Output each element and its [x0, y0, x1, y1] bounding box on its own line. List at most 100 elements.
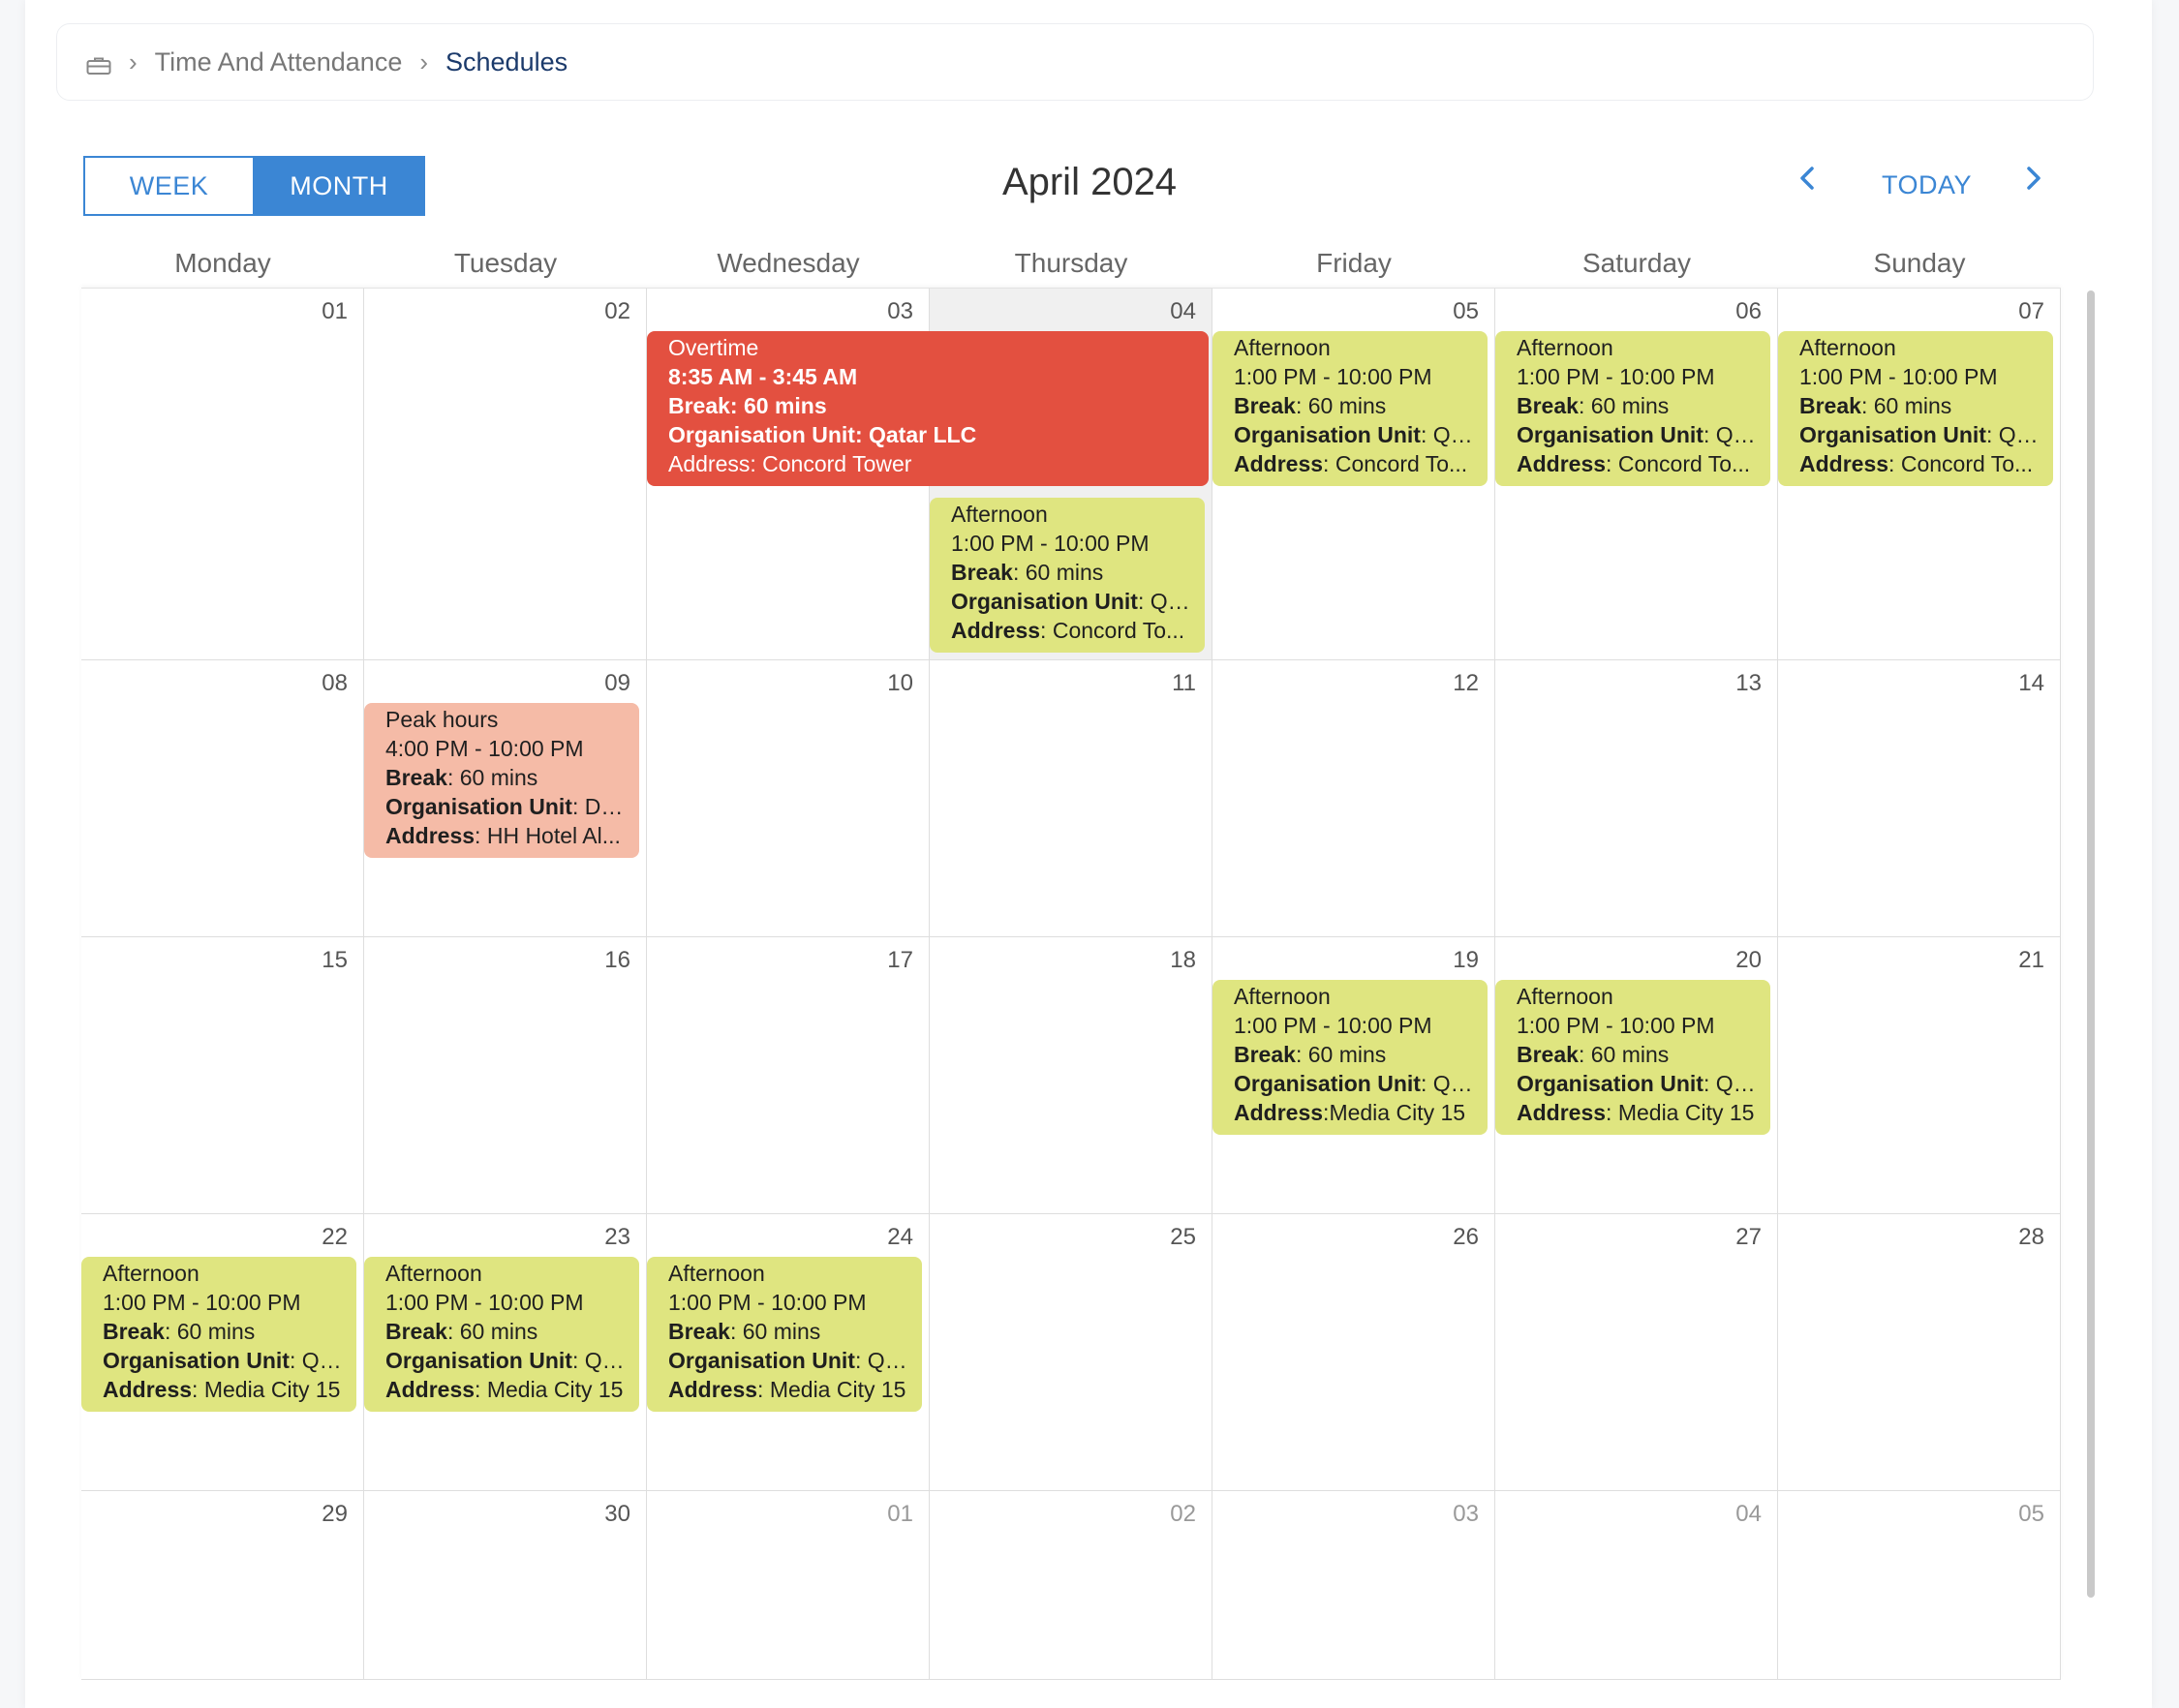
- break-label: Break: [385, 765, 447, 790]
- day-cell[interactable]: 05: [1778, 1491, 2061, 1680]
- day-number: 19: [1453, 947, 1479, 973]
- org-unit-value: Qat...: [867, 1348, 908, 1373]
- day-number: 01: [887, 1501, 913, 1527]
- event-address: Address: Concord To...: [1517, 451, 1751, 476]
- address-value: HH Hotel Al...: [486, 823, 621, 848]
- event-org-unit: Organisation Unit: Qat...: [385, 1346, 626, 1375]
- briefcase-icon[interactable]: [86, 52, 111, 75]
- day-cell[interactable]: 27: [1495, 1214, 1778, 1491]
- address-label: Address: [1234, 1100, 1324, 1125]
- weekday-sunday: Sunday: [1873, 248, 1966, 278]
- break-label: Break: [1234, 393, 1296, 418]
- day-cell[interactable]: 10: [647, 660, 930, 937]
- address-label: Address: [1234, 451, 1324, 476]
- day-cell[interactable]: 01: [647, 1491, 930, 1680]
- event-afternoon[interactable]: Afternoon 1:00 PM - 10:00 PM Break: 60 m…: [1778, 331, 2053, 486]
- event-address: Address: HH Hotel Al...: [385, 823, 621, 848]
- event-afternoon[interactable]: Afternoon 1:00 PM - 10:00 PM Break: 60 m…: [1495, 980, 1770, 1135]
- event-address: Address: Concord To...: [951, 618, 1185, 643]
- event-address: Address: Media City 15: [668, 1377, 906, 1402]
- day-number: 04: [1735, 1501, 1762, 1527]
- day-cell[interactable]: 03: [1212, 1491, 1495, 1680]
- day-number: 23: [604, 1224, 630, 1250]
- weekday-wednesday: Wednesday: [717, 248, 860, 278]
- event-peak-hours[interactable]: Peak hours 4:00 PM - 10:00 PM Break: 60 …: [364, 703, 639, 858]
- event-org-unit: Organisation Unit: Qat...: [1234, 1069, 1474, 1098]
- day-cell[interactable]: 04: [1495, 1491, 1778, 1680]
- month-grid: 01 02 03 04 05 06 07 Overtime 8:35 AM - …: [81, 288, 2061, 1680]
- day-cell[interactable]: 30: [364, 1491, 647, 1680]
- event-break: Break: 60 mins: [385, 1319, 538, 1344]
- org-unit-label: Organisation Unit: [103, 1348, 290, 1373]
- prev-month-button[interactable]: [1796, 163, 1820, 194]
- org-unit-label: Organisation Unit: [385, 794, 572, 819]
- week-row: 08 09 10 11 12 13 14 Peak hours 4:00 PM …: [81, 660, 2061, 937]
- org-unit-value: Qat...: [1715, 1071, 1757, 1096]
- event-time: 1:00 PM - 10:00 PM: [1799, 364, 1998, 389]
- day-number: 10: [887, 670, 913, 696]
- event-break: Break: 60 mins: [1517, 1042, 1670, 1067]
- day-cell[interactable]: 18: [930, 937, 1212, 1214]
- event-break: Break: 60 mins: [1234, 393, 1387, 418]
- day-cell[interactable]: 02: [364, 289, 647, 660]
- event-afternoon[interactable]: Afternoon 1:00 PM - 10:00 PM Break: 60 m…: [81, 1257, 356, 1412]
- event-afternoon[interactable]: Afternoon 1:00 PM - 10:00 PM Break: 60 m…: [930, 498, 1205, 653]
- event-title: Afternoon: [1517, 984, 1613, 1009]
- chevron-right-icon: [2027, 167, 2041, 190]
- break-value: 60 mins: [459, 1319, 538, 1344]
- day-cell[interactable]: 15: [81, 937, 364, 1214]
- event-time: 4:00 PM - 10:00 PM: [385, 736, 584, 761]
- event-afternoon[interactable]: Afternoon 1:00 PM - 10:00 PM Break: 60 m…: [647, 1257, 922, 1412]
- org-unit-label: Organisation Unit: [951, 589, 1138, 614]
- event-afternoon[interactable]: Afternoon 1:00 PM - 10:00 PM Break: 60 m…: [1212, 980, 1488, 1135]
- break-label: Break: [385, 1319, 447, 1344]
- week-view-button[interactable]: WEEK: [83, 156, 255, 216]
- event-afternoon[interactable]: Afternoon 1:00 PM - 10:00 PM Break: 60 m…: [1495, 331, 1770, 486]
- event-overtime[interactable]: Overtime 8:35 AM - 3:45 AM Break: 60 min…: [647, 331, 1209, 486]
- day-cell[interactable]: 13: [1495, 660, 1778, 937]
- day-cell[interactable]: 12: [1212, 660, 1495, 937]
- day-cell[interactable]: 28: [1778, 1214, 2061, 1491]
- event-org-unit: Organisation Unit: Qat...: [1517, 420, 1757, 449]
- today-button[interactable]: TODAY: [1882, 170, 1972, 200]
- address-label: Address: [1517, 1100, 1607, 1125]
- break-label: Break: [1234, 1042, 1296, 1067]
- day-cell[interactable]: 29: [81, 1491, 364, 1680]
- event-break: Break: 60 mins: [103, 1319, 256, 1344]
- break-label: Break: [951, 560, 1013, 585]
- day-cell[interactable]: 08: [81, 660, 364, 937]
- event-title: Afternoon: [385, 1261, 482, 1286]
- day-number: 29: [322, 1501, 348, 1527]
- event-time: 1:00 PM - 10:00 PM: [1234, 1013, 1432, 1038]
- day-cell[interactable]: 11: [930, 660, 1212, 937]
- break-value: 60 mins: [1873, 393, 1952, 418]
- event-org-unit: Organisation Unit: Qat...: [103, 1346, 343, 1375]
- next-month-button[interactable]: [2021, 163, 2044, 194]
- day-number: 13: [1735, 670, 1762, 696]
- day-cell[interactable]: 17: [647, 937, 930, 1214]
- day-cell[interactable]: 25: [930, 1214, 1212, 1491]
- day-cell[interactable]: 01: [81, 289, 364, 660]
- event-org-unit: Organisation Unit: Qatar LLC: [668, 422, 977, 447]
- day-cell[interactable]: 02: [930, 1491, 1212, 1680]
- day-number: 24: [887, 1224, 913, 1250]
- day-number: 22: [322, 1224, 348, 1250]
- view-toggle: WEEK MONTH: [83, 156, 425, 216]
- event-org-unit: Organisation Unit: Qat...: [1517, 1069, 1757, 1098]
- day-cell[interactable]: 26: [1212, 1214, 1495, 1491]
- event-afternoon[interactable]: Afternoon 1:00 PM - 10:00 PM Break: 60 m…: [364, 1257, 639, 1412]
- address-label: Address: [385, 823, 476, 848]
- day-cell[interactable]: 21: [1778, 937, 2061, 1214]
- break-value: 60 mins: [742, 1319, 821, 1344]
- break-value: 60 mins: [1307, 1042, 1387, 1067]
- breadcrumb-item-time-and-attendance[interactable]: Time And Attendance: [155, 47, 403, 77]
- break-label: Break: [668, 1319, 730, 1344]
- event-org-unit: Organisation Unit: Qat...: [1799, 420, 2040, 449]
- day-cell[interactable]: 16: [364, 937, 647, 1214]
- break-label: Break: [1517, 393, 1579, 418]
- address-label: Address: [385, 1377, 476, 1402]
- day-cell[interactable]: 14: [1778, 660, 2061, 937]
- scrollbar[interactable]: [2087, 290, 2095, 1598]
- month-view-button[interactable]: MONTH: [255, 156, 425, 216]
- event-afternoon[interactable]: Afternoon 1:00 PM - 10:00 PM Break: 60 m…: [1212, 331, 1488, 486]
